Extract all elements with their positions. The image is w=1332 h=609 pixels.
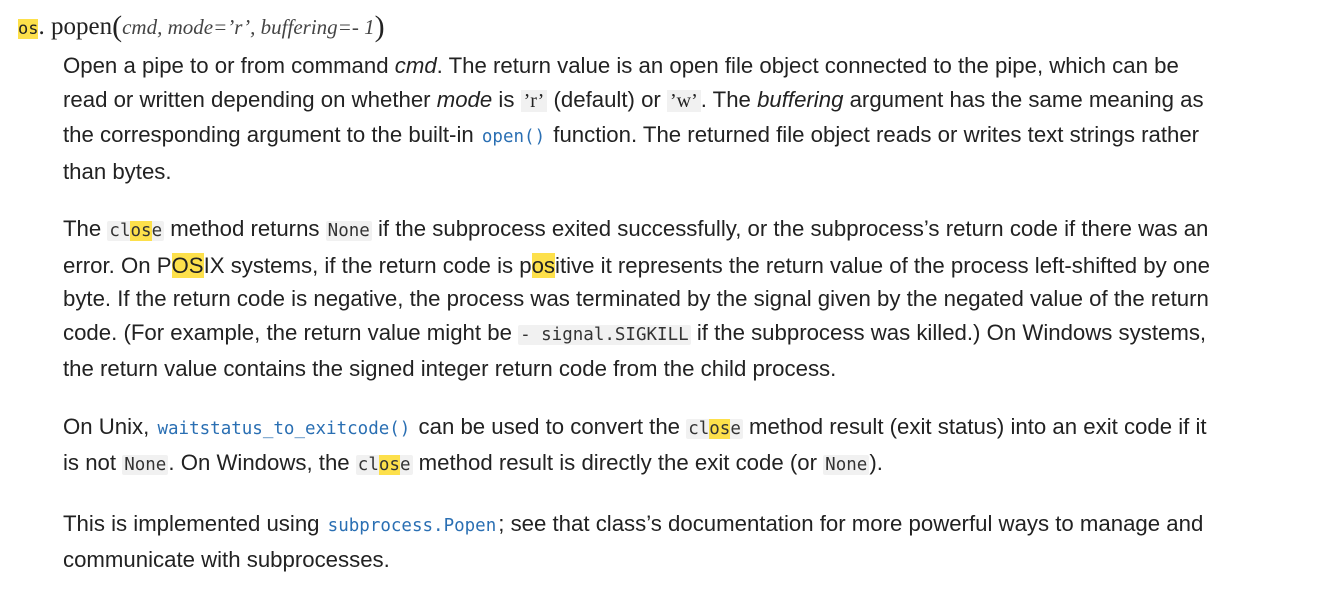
text: method returns (164, 216, 326, 241)
signature-dot: . (38, 13, 45, 40)
open-function-link[interactable]: open() (480, 127, 547, 147)
text: Open a pipe to or from command (63, 53, 395, 78)
code-part: cl (357, 455, 379, 475)
paragraph-1: Open a pipe to or from command cmd. The … (63, 49, 1223, 188)
text: method result is directly the exit code … (412, 450, 824, 475)
open-paren: ( (112, 10, 123, 43)
code-part: cl (688, 418, 710, 439)
code-part: e (730, 418, 741, 439)
literal-w: ’w’ (666, 89, 701, 112)
emphasis-cmd: cmd (394, 53, 437, 78)
function-description: Open a pipe to or from command cmd. The … (63, 49, 1223, 601)
close-code: close (686, 418, 743, 439)
subprocess-popen-link[interactable]: subprocess.Popen (326, 516, 499, 536)
text: . On Windows, the (168, 450, 356, 475)
module-prefix: os (18, 19, 39, 39)
emphasis-mode: mode (436, 86, 493, 112)
close-code: close (107, 221, 165, 241)
search-highlight: os (531, 252, 556, 278)
text: . The (700, 86, 758, 112)
literal-r: ’r’ (520, 89, 548, 112)
search-highlight: OS (171, 252, 204, 278)
text: On Unix, (63, 413, 156, 439)
paragraph-2: The close method returns None if the sub… (63, 212, 1223, 386)
close-paren: ) (374, 10, 385, 43)
search-highlight: os (378, 455, 400, 475)
text: IX systems, if the return code is p (203, 252, 532, 278)
text: (default) or (547, 86, 667, 112)
text: This is implemented using (63, 510, 326, 536)
none-code: None (122, 455, 169, 475)
text: The (63, 216, 108, 241)
paragraph-3: On Unix, waitstatus_to_exitcode() can be… (63, 410, 1223, 483)
text: is (492, 86, 521, 112)
text: ). (869, 450, 883, 475)
function-signature: os. popen(cmd, mode=’r’, buffering=- 1) (18, 10, 385, 46)
sigkill-code: - signal.SIGKILL (518, 324, 691, 345)
text: can be used to convert the (412, 413, 687, 439)
paragraph-4: This is implemented using subprocess.Pop… (63, 507, 1223, 577)
emphasis-buffering: buffering (757, 86, 844, 112)
function-name: popen (50, 13, 113, 40)
function-params: cmd, mode=’r’, buffering=- 1 (122, 15, 375, 39)
search-highlight: os (709, 418, 731, 439)
close-code: close (355, 455, 413, 475)
waitstatus-link[interactable]: waitstatus_to_exitcode() (155, 419, 412, 439)
none-code: None (325, 221, 372, 241)
none-code: None (823, 455, 870, 475)
code-part: cl (109, 221, 131, 241)
code-part: e (399, 455, 411, 475)
search-highlight: os (130, 221, 152, 241)
code-part: e (151, 221, 163, 241)
